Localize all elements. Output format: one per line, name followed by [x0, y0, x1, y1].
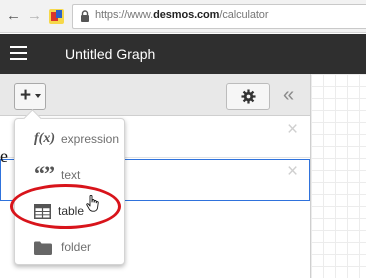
- page-edge-text: e: [0, 146, 8, 166]
- menu-item-folder[interactable]: folder: [15, 230, 124, 266]
- quote-icon: “”: [34, 161, 55, 186]
- caret-down-icon: [35, 94, 41, 98]
- hand-cursor-icon: [86, 195, 99, 212]
- add-item-button[interactable]: +: [14, 83, 46, 110]
- graph-paper[interactable]: [310, 74, 366, 278]
- hamburger-icon[interactable]: [10, 46, 27, 60]
- menu-item-expression[interactable]: f(x) expression: [15, 122, 124, 158]
- delete-expression-icon[interactable]: ×: [287, 162, 298, 181]
- settings-button[interactable]: [226, 83, 270, 110]
- app-header: Untitled Graph: [0, 34, 366, 74]
- graph-title[interactable]: Untitled Graph: [65, 46, 155, 62]
- url-text: https://www.desmos.com/calculator: [95, 9, 269, 21]
- back-arrow-icon[interactable]: ←: [6, 8, 21, 24]
- function-icon: f(x): [34, 131, 55, 146]
- collapse-list-icon[interactable]: «: [283, 84, 294, 106]
- plus-icon: +: [20, 85, 32, 106]
- menu-item-label: folder: [61, 240, 92, 254]
- extension-icon[interactable]: [49, 9, 64, 24]
- folder-icon: [34, 241, 52, 255]
- highlight-annotation: [10, 184, 121, 229]
- delete-expression-icon[interactable]: ×: [287, 120, 298, 139]
- lock-icon: [81, 10, 89, 22]
- menu-item-label: expression: [61, 132, 120, 146]
- forward-arrow-icon[interactable]: →: [27, 8, 42, 24]
- menu-item-label: text: [61, 168, 81, 182]
- gear-icon: [241, 89, 256, 104]
